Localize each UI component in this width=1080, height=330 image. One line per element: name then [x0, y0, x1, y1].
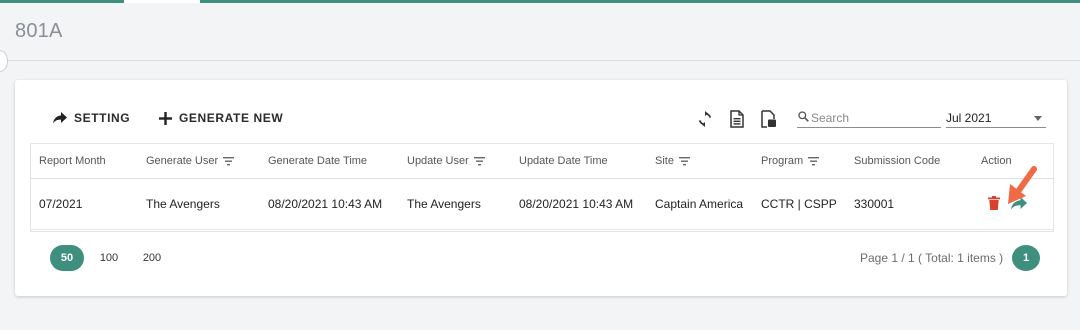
column-header-report-month[interactable]: Report Month — [39, 155, 106, 167]
column-header-generate-user[interactable]: Generate User — [146, 155, 235, 167]
page-size-100[interactable]: 100 — [95, 245, 123, 271]
search-icon — [798, 111, 809, 122]
cell-update-user: The Avengers — [407, 197, 481, 211]
table-row[interactable]: 07/2021 The Avengers 08/20/2021 10:43 AM… — [31, 180, 1053, 230]
chevron-down-icon — [1034, 116, 1042, 121]
report-table: Report Month Generate User Generate Date… — [30, 143, 1054, 232]
refresh-icon[interactable] — [696, 110, 714, 128]
month-select[interactable]: Jul 2021 — [946, 108, 1046, 128]
plus-icon — [159, 111, 172, 125]
share-arrow-icon — [53, 112, 67, 124]
page-size-200[interactable]: 200 — [138, 245, 166, 271]
cell-site: Captain America — [655, 197, 744, 211]
filter-icon[interactable] — [223, 156, 235, 166]
column-header-submission-code[interactable]: Submission Code — [854, 155, 940, 167]
page-header: 801A — [0, 3, 1080, 61]
filter-icon[interactable] — [678, 156, 690, 166]
filter-icon[interactable] — [808, 156, 820, 166]
pdf-export-icon[interactable] — [759, 110, 777, 128]
filter-icon[interactable] — [473, 156, 485, 166]
report-card: SETTING GENERATE NEW Jul 2021 — [15, 80, 1067, 296]
page-info: Page 1 / 1 ( Total: 1 items ) — [860, 251, 1004, 265]
annotation-arrow-icon — [1008, 166, 1037, 204]
setting-button[interactable]: SETTING — [53, 108, 130, 128]
cell-submission-code: 330001 — [854, 197, 895, 211]
column-header-site[interactable]: Site — [655, 155, 690, 167]
cell-generate-date-time: 08/20/2021 10:43 AM — [268, 197, 383, 211]
column-header-generate-date-time[interactable]: Generate Date Time — [268, 155, 367, 167]
generate-new-label: GENERATE NEW — [179, 111, 284, 125]
column-header-program[interactable]: Program — [761, 155, 820, 167]
page-button-1[interactable]: 1 — [1012, 245, 1040, 271]
page-size-50[interactable]: 50 — [50, 245, 84, 271]
setting-label: SETTING — [74, 111, 131, 125]
generate-new-button[interactable]: GENERATE NEW — [159, 108, 283, 128]
cell-report-month: 07/2021 — [39, 197, 83, 211]
cell-update-date-time: 08/20/2021 10:43 AM — [519, 197, 634, 211]
column-header-update-user[interactable]: Update User — [407, 155, 485, 167]
cell-generate-user: The Avengers — [146, 197, 220, 211]
search-box[interactable] — [797, 108, 941, 128]
page-title: 801A — [15, 20, 63, 42]
cell-program: CCTR | CSPP — [761, 197, 837, 211]
table-header: Report Month Generate User Generate Date… — [31, 144, 1053, 179]
search-input[interactable] — [811, 109, 939, 126]
csv-export-icon[interactable] — [728, 110, 746, 128]
trash-icon[interactable] — [988, 196, 1000, 210]
column-header-update-date-time[interactable]: Update Date Time — [519, 155, 608, 167]
month-select-value: Jul 2021 — [946, 111, 992, 125]
